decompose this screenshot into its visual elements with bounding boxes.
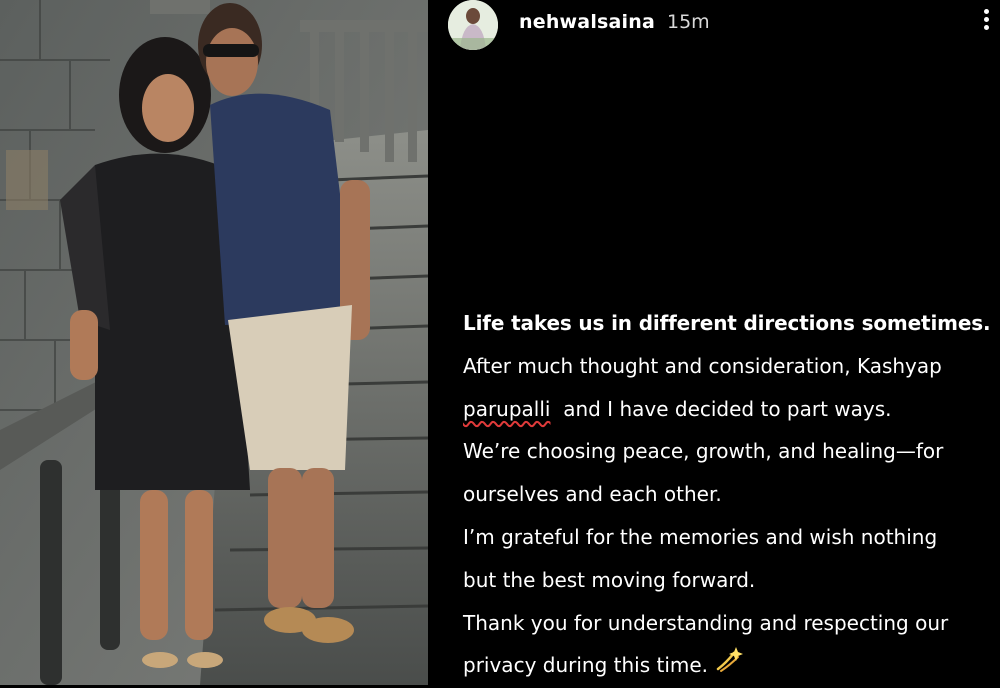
caption-line: Thank you for understanding and respecti… (463, 610, 949, 635)
username[interactable]: nehwalsaina (519, 11, 655, 33)
caption-line: privacy during this time. (463, 644, 998, 688)
mention-link[interactable]: parupalli (463, 397, 550, 421)
caption-line: but the best moving forward. (463, 567, 756, 592)
couple-photo (0, 0, 428, 685)
caption-line: parupalli and I have decided to part way… (463, 388, 998, 431)
story-header: nehwalsaina 15m (446, 0, 996, 50)
caption-text: and I have decided to part ways. (550, 396, 892, 421)
caption-line: Life takes us in different directions so… (463, 311, 991, 335)
caption-line: We’re choosing peace, growth, and healin… (463, 439, 944, 464)
caption-text: privacy during this time. (463, 653, 709, 678)
avatar[interactable] (448, 0, 498, 50)
story-photo (0, 0, 428, 685)
caption-line: ourselves and each other. (463, 482, 722, 507)
sparkle-icon (714, 645, 744, 688)
caption-line: After much thought and consideration, Ka… (463, 353, 942, 378)
post-timestamp: 15m (667, 11, 710, 33)
story-caption: Life takes us in different directions so… (463, 302, 998, 688)
avatar-image (448, 0, 498, 50)
story-panel: nehwalsaina 15m Life takes us in differe… (428, 0, 1000, 685)
caption-line: I’m grateful for the memories and wish n… (463, 524, 938, 549)
more-options-icon[interactable] (978, 6, 994, 38)
